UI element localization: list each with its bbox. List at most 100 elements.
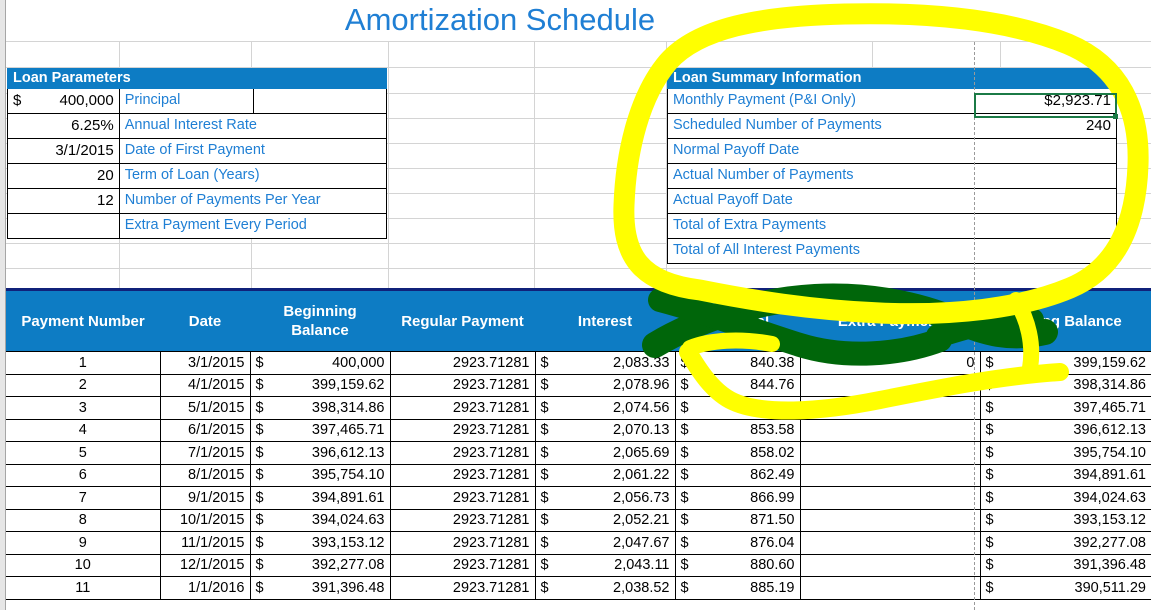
principal-value[interactable]: 400,000 [8, 89, 120, 113]
date-of-first-payment-value[interactable]: 3/1/2015 [8, 139, 120, 163]
cell-date[interactable]: 9/1/2015 [160, 486, 251, 510]
loan-parameter-row[interactable]: 400,000 Principal [7, 89, 387, 114]
cell-ending-balance[interactable]: 397,465.71 [980, 396, 1151, 420]
cell-interest[interactable]: 2,056.73 [535, 486, 676, 510]
cell-ending-balance[interactable]: 394,891.61 [980, 464, 1151, 487]
cell-extra-payment[interactable] [800, 531, 981, 555]
loan-parameter-row[interactable]: 6.25% Annual Interest Rate [7, 114, 387, 139]
cell-extra-payment[interactable] [800, 486, 981, 510]
cell-interest[interactable]: 2,038.52 [535, 576, 676, 600]
cell-regular-payment[interactable]: 2923.71281 [390, 464, 536, 487]
table-row[interactable]: 911/1/2015393,153.122923.712812,047.6787… [6, 531, 1151, 555]
cell-date[interactable]: 5/1/2015 [160, 396, 251, 420]
table-row[interactable]: 57/1/2015396,612.132923.712812,065.69858… [6, 441, 1151, 465]
cell-ending-balance[interactable]: 391,396.48 [980, 554, 1151, 577]
cell-beginning-balance[interactable]: 396,612.13 [250, 441, 391, 465]
cell-regular-payment[interactable]: 2923.71281 [390, 486, 536, 510]
cell-interest[interactable]: 2,061.22 [535, 464, 676, 487]
actual-payoff-date-value[interactable] [976, 189, 1116, 213]
cell-beginning-balance[interactable]: 391,396.48 [250, 576, 391, 600]
cell-date[interactable]: 4/1/2015 [160, 374, 251, 397]
cell-extra-payment[interactable] [800, 374, 981, 397]
cell-principal[interactable]: 880.60 [675, 554, 801, 577]
column-header-payment-number[interactable]: Payment Number [6, 288, 160, 352]
cell-extra-payment[interactable] [800, 464, 981, 487]
column-header-ending-balance[interactable]: Ending Balance [980, 288, 1151, 352]
cell-principal[interactable]: 871.50 [675, 509, 801, 532]
cell-regular-payment[interactable]: 2923.71281 [390, 531, 536, 555]
column-header-extra-payment[interactable]: Extra Payment [800, 288, 980, 352]
column-header-date[interactable]: Date [160, 288, 250, 352]
cell-payment-number[interactable]: 3 [6, 396, 161, 420]
loan-summary-row[interactable]: Actual Number of Payments [667, 164, 1117, 189]
cell-date[interactable]: 8/1/2015 [160, 464, 251, 487]
table-row[interactable]: 24/1/2015399,159.622923.712812,078.96844… [6, 374, 1151, 397]
cell-interest[interactable]: 2,052.21 [535, 509, 676, 532]
cell-date[interactable]: 3/1/2015 [160, 351, 251, 375]
cell-interest[interactable]: 2,083.33 [535, 351, 676, 375]
cell-beginning-balance[interactable]: 395,754.10 [250, 464, 391, 487]
cell-principal[interactable]: 885.19 [675, 576, 801, 600]
cell-extra-payment[interactable] [800, 441, 981, 465]
normal-payoff-date-value[interactable] [976, 139, 1116, 163]
loan-summary-row[interactable]: Total of All Interest Payments [667, 239, 1117, 264]
cell-ending-balance[interactable]: 396,612.13 [980, 419, 1151, 442]
column-header-beginning-balance[interactable]: Beginning Balance [250, 288, 390, 352]
cell-payment-number[interactable]: 8 [6, 509, 161, 532]
table-row[interactable]: 35/1/2015398,314.862923.712812,074.56849… [6, 396, 1151, 420]
cell-date[interactable]: 10/1/2015 [160, 509, 251, 532]
cell-ending-balance[interactable]: 394,024.63 [980, 486, 1151, 510]
cell-extra-payment[interactable]: 0 [800, 351, 981, 375]
cell-payment-number[interactable]: 6 [6, 464, 161, 487]
cell-payment-number[interactable]: 7 [6, 486, 161, 510]
cell-ending-balance[interactable]: 390,511.29 [980, 576, 1151, 600]
cell-date[interactable]: 12/1/2015 [160, 554, 251, 577]
scheduled-number-of-payments-value[interactable]: 240 [976, 114, 1116, 138]
cell-payment-number[interactable]: 4 [6, 419, 161, 442]
column-header-interest[interactable]: Interest [535, 288, 675, 352]
loan-parameter-row[interactable]: Extra Payment Every Period [7, 214, 387, 239]
extra-payment-every-period-value[interactable] [8, 214, 120, 238]
cell-date[interactable]: 6/1/2015 [160, 419, 251, 442]
cell-payment-number[interactable]: 10 [6, 554, 161, 577]
loan-summary-row[interactable]: Actual Payoff Date [667, 189, 1117, 214]
cell-principal[interactable]: 862.49 [675, 464, 801, 487]
total-of-extra-payments-value[interactable] [976, 214, 1116, 238]
payments-per-year-value[interactable]: 12 [8, 189, 120, 213]
table-row[interactable]: 111/1/2016391,396.482923.712812,038.5288… [6, 576, 1151, 600]
cell-extra-payment[interactable] [800, 509, 981, 532]
cell-date[interactable]: 1/1/2016 [160, 576, 251, 600]
cell-beginning-balance[interactable]: 399,159.62 [250, 374, 391, 397]
cell-regular-payment[interactable]: 2923.71281 [390, 554, 536, 577]
cell-regular-payment[interactable]: 2923.71281 [390, 509, 536, 532]
cell-principal[interactable]: 840.38 [675, 351, 801, 375]
cell-payment-number[interactable]: 5 [6, 441, 161, 465]
cell-payment-number[interactable]: 2 [6, 374, 161, 397]
cell-regular-payment[interactable]: 2923.71281 [390, 576, 536, 600]
cell-extra-payment[interactable] [800, 576, 981, 600]
cell-ending-balance[interactable]: 392,277.08 [980, 531, 1151, 555]
table-row[interactable]: 1012/1/2015392,277.082923.712812,043.118… [6, 554, 1151, 577]
cell-regular-payment[interactable]: 2923.71281 [390, 419, 536, 442]
cell-interest[interactable]: 2,070.13 [535, 419, 676, 442]
cell-ending-balance[interactable]: 395,754.10 [980, 441, 1151, 465]
loan-summary-row[interactable]: Total of Extra Payments [667, 214, 1117, 239]
monthly-payment-value[interactable]: $2,923.71 [976, 89, 1116, 113]
cell-payment-number[interactable]: 9 [6, 531, 161, 555]
cell-interest[interactable]: 2,043.11 [535, 554, 676, 577]
loan-parameter-row[interactable]: 20 Term of Loan (Years) [7, 164, 387, 189]
cell-principal[interactable]: 858.02 [675, 441, 801, 465]
cell-extra-payment[interactable] [800, 419, 981, 442]
cell-principal[interactable]: 849.16 [675, 396, 801, 420]
cell-ending-balance[interactable]: 399,159.62 [980, 351, 1151, 375]
cell-principal[interactable]: 876.04 [675, 531, 801, 555]
cell-interest[interactable]: 2,074.56 [535, 396, 676, 420]
cell-payment-number[interactable]: 11 [6, 576, 161, 600]
table-row[interactable]: 68/1/2015395,754.102923.712812,061.22862… [6, 464, 1151, 487]
cell-regular-payment[interactable]: 2923.71281 [390, 396, 536, 420]
cell-beginning-balance[interactable]: 394,891.61 [250, 486, 391, 510]
term-of-loan-value[interactable]: 20 [8, 164, 120, 188]
table-row[interactable]: 79/1/2015394,891.612923.712812,056.73866… [6, 486, 1151, 510]
cell-principal[interactable]: 866.99 [675, 486, 801, 510]
loan-summary-row[interactable]: Normal Payoff Date [667, 139, 1117, 164]
